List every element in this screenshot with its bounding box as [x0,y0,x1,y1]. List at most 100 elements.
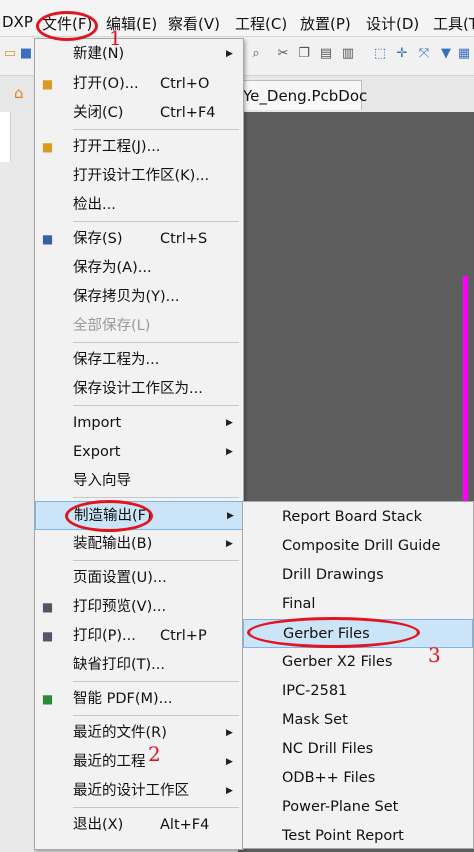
file-menu-item[interactable]: Import ▶ [35,409,243,438]
file-menu-item[interactable]: ■ 智能 PDF(M)... [35,685,243,714]
paste-icon[interactable]: ▤ [318,46,334,62]
annotation-step-3: 3 [428,643,441,667]
menu-tools[interactable]: 工具(T [433,13,474,34]
file-menu-item[interactable]: 最近的文件(R) ▶ [35,719,243,748]
menu-separator [73,221,239,222]
menu-project[interactable]: 工程(C) [235,13,287,34]
submenu-arrow-icon: ▶ [227,511,234,521]
left-panel [0,112,35,852]
file-menu-item-label: 最近的设计工作区 [73,783,189,799]
file-menu-item[interactable]: ■ 打开(O)... Ctrl+O [35,70,243,99]
file-menu-item[interactable]: 最近的工程 ▶ [35,748,243,777]
save-toolbar-icon[interactable]: ■ [18,46,34,62]
file-menu-item-label: 页面设置(U)... [73,570,167,586]
file-menu-item[interactable]: 保存为(A)... [35,254,243,283]
file-menu-item[interactable]: 最近的设计工作区 ▶ [35,777,243,806]
file-menu-item-label: 打印预览(V)... [73,599,167,615]
menu-separator [73,807,239,808]
submenu-arrow-icon: ▶ [226,49,233,59]
file-menu-item-shortcut: Alt+F4 [160,817,210,833]
select-rect-icon[interactable]: ⬚ [372,46,388,62]
file-menu-item-label: 打开(O)... [73,76,139,92]
file-menu-item-label: 退出(X) [73,817,124,833]
fab-submenu-item[interactable]: Final [243,590,473,619]
file-menu-item[interactable]: 退出(X) Alt+F4 [35,811,243,840]
submenu-arrow-icon: ▶ [226,786,233,796]
file-menu-item[interactable]: Export ▶ [35,438,243,467]
file-menu-item[interactable]: 保存设计工作区为... [35,375,243,404]
fab-submenu-item[interactable]: NC Drill Files [243,735,473,764]
file-menu-item[interactable]: 保存工程为... [35,346,243,375]
file-menu-item[interactable]: 页面设置(U)... [35,564,243,593]
menu-separator [73,715,239,716]
fab-submenu-item-label: Composite Drill Guide [282,538,441,554]
menu-place[interactable]: 放置(P) [300,13,351,34]
file-menu-item-label: 打开工程(J)... [73,139,161,155]
file-menu-item-label: 装配输出(B) [73,536,153,552]
fab-submenu-item-label: Report Board Stack [282,509,423,525]
file-menu-item[interactable]: ■ 打印预览(V)... [35,593,243,622]
annotation-step-1: 1 [109,26,122,50]
filter-icon[interactable]: ▼ [438,46,454,62]
fab-submenu-item[interactable]: IPC-2581 [243,677,473,706]
document-tab[interactable]: Ye_Deng.PcbDoc [236,80,367,110]
file-menu-item[interactable]: 保存拷贝为(Y)... [35,283,243,312]
open-folder-icon[interactable]: ▭ [2,46,18,62]
move-icon[interactable]: ✛ [394,46,410,62]
annotation-step-2: 2 [148,742,161,766]
smart-pdf-icon: ■ [41,692,54,706]
menu-separator [73,342,239,343]
menu-separator [73,681,239,682]
fab-submenu-item-label: Drill Drawings [282,567,384,583]
file-menu-item-label: 保存工程为... [73,352,160,368]
menu-separator [73,497,239,498]
file-menu-item[interactable]: 装配输出(B) ▶ [35,530,243,559]
fab-submenu-item[interactable]: Composite Drill Guide [243,532,473,561]
file-menu-item[interactable]: 关闭(C) Ctrl+F4 [35,99,243,128]
file-menu-item-shortcut: Ctrl+S [160,231,208,247]
left-panel-handle [0,112,11,162]
zoom-icon[interactable]: ⌕ [248,46,264,62]
folder-open-icon: ■ [41,77,54,91]
submenu-arrow-icon: ▶ [226,728,233,738]
copy-icon[interactable]: ❐ [296,46,312,62]
file-menu-item-label: 保存为(A)... [73,260,152,276]
file-menu: 新建(N) ▶ ■ 打开(O)... Ctrl+O 关闭(C) Ctrl+F4 ■ 打开工程(J… [34,38,244,850]
fab-submenu-item[interactable]: Drill Drawings [243,561,473,590]
fab-submenu-item[interactable]: ODB++ Files [243,764,473,793]
print-preview-icon: ■ [41,600,54,614]
file-menu-item[interactable]: ■ 打印(P)... Ctrl+P [35,622,243,651]
file-menu-item[interactable]: 检出... [35,191,243,220]
clear-filter-icon[interactable]: ▦ [456,46,472,62]
file-menu-item[interactable]: 缺省打印(T)... [35,651,243,680]
menu-separator [73,129,239,130]
file-menu-item[interactable]: 导入向导 [35,467,243,496]
file-menu-item[interactable]: 打开设计工作区(K)... [35,162,243,191]
menu-design[interactable]: 设计(D) [366,13,419,34]
fab-submenu-item[interactable]: Report Board Stack [243,503,473,532]
file-menu-item-label: 保存(S) [73,231,123,247]
fab-submenu-item-label: NC Drill Files [282,741,374,757]
cut-icon[interactable]: ✂ [275,46,291,62]
menu-dxp[interactable]: DXP [2,13,33,31]
file-menu-item-label: 缺省打印(T)... [73,657,165,673]
annotation-oval-fab-output [65,500,153,532]
fab-submenu-item[interactable]: Test Point Report [243,822,473,851]
fab-submenu-item-label: Power-Plane Set [282,799,399,815]
file-menu-item[interactable]: 新建(N) ▶ [35,40,243,69]
file-menu-item-label: 打开设计工作区(K)... [73,168,210,184]
file-menu-item-label: Import [73,415,122,431]
deselect-icon[interactable]: ⤧ [416,46,432,62]
paste-special-icon[interactable]: ▥ [340,46,356,62]
home-icon[interactable]: ⌂ [14,84,34,104]
menu-view[interactable]: 察看(V) [168,13,220,34]
file-menu-item[interactable]: ■ 打开工程(J)... [35,133,243,162]
fab-submenu-item[interactable]: Mask Set [243,706,473,735]
fab-submenu-item-label: Test Point Report [282,828,404,844]
fab-submenu-item[interactable]: Power-Plane Set [243,793,473,822]
file-menu-item-shortcut: Ctrl+F4 [160,105,216,121]
fab-submenu-item-label: ODB++ Files [282,770,376,786]
file-menu-item[interactable]: ■ 保存(S) Ctrl+S [35,225,243,254]
fab-submenu-item-label: Gerber X2 Files [282,654,393,670]
file-menu-item-label: 打印(P)... [73,628,136,644]
